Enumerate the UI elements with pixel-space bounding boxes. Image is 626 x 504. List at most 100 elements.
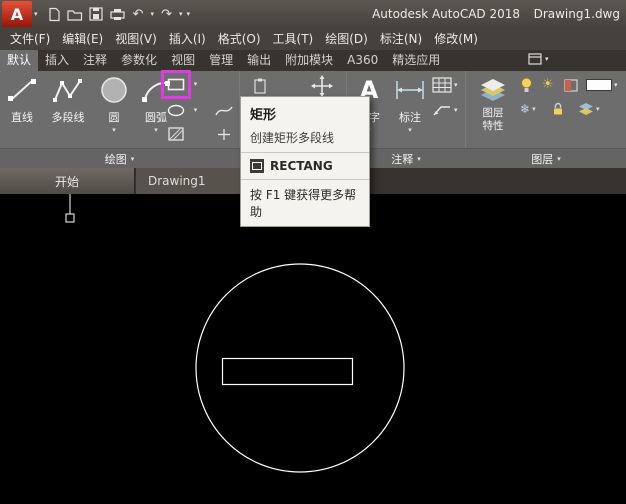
- chevron-down-icon: ▾: [557, 154, 561, 163]
- layers-icon: [470, 73, 516, 107]
- circle-flyout-chevron-icon[interactable]: ▾: [94, 127, 134, 134]
- drawn-rectangle[interactable]: [221, 357, 354, 386]
- autocad-logo-button[interactable]: A: [2, 1, 32, 27]
- menu-format[interactable]: 格式(O): [212, 28, 267, 50]
- undo-chevron-down-icon[interactable]: ▾: [151, 10, 155, 18]
- chevron-down-icon: ▾: [454, 105, 458, 114]
- spline-tool-button[interactable]: [212, 99, 236, 121]
- table-icon: [432, 77, 452, 93]
- lock-icon: [553, 102, 563, 116]
- ellipse-flyout-chevron-button[interactable]: ▾: [189, 99, 202, 121]
- ribbon-tab-addins[interactable]: 附加模块: [278, 50, 340, 71]
- layer-lock-button[interactable]: [552, 102, 564, 116]
- autocad-logo-letter: A: [10, 4, 24, 24]
- ribbon-panel-icon: [528, 53, 542, 65]
- document-title: Drawing1.dwg: [533, 7, 620, 21]
- ribbon-tab-featured-apps[interactable]: 精选应用: [385, 50, 447, 71]
- rectangle-flyout-chevron-button[interactable]: ▾: [189, 73, 202, 95]
- chevron-down-icon: ▾: [532, 104, 536, 113]
- ribbon-tab-parametric[interactable]: 参数化: [114, 50, 164, 71]
- layer-panel-label[interactable]: 图层 ▾: [466, 149, 626, 169]
- redo-chevron-down-icon[interactable]: ▾: [179, 10, 183, 18]
- autocad-window: A ▾ ↶ ▾ ↷ ▾ ▾ Autodesk AutoCAD 2018 Draw…: [0, 0, 626, 504]
- dimension-icon: [392, 73, 428, 107]
- quick-access-toolbar: ↶ ▾ ↷ ▾ ▾: [46, 6, 191, 23]
- ribbon-tab-manage[interactable]: 管理: [202, 50, 240, 71]
- plot-icon[interactable]: [109, 6, 126, 23]
- undo-icon[interactable]: ↶: [130, 6, 147, 23]
- leader-icon: [433, 106, 450, 116]
- clipboard-tool-button[interactable]: [248, 75, 272, 97]
- line-tool-button[interactable]: 直线: [2, 73, 42, 125]
- ellipse-tool-button[interactable]: [164, 99, 188, 121]
- rectangle-tool-button[interactable]: [164, 73, 188, 95]
- menu-draw[interactable]: 绘图(D): [319, 28, 374, 50]
- crosshair-cursor: [65, 194, 75, 223]
- drawn-circle[interactable]: [195, 263, 405, 473]
- color-swatch: [586, 79, 612, 91]
- polyline-tool-button[interactable]: 多段线: [44, 73, 92, 125]
- isolate-icon: [564, 79, 578, 92]
- menu-view[interactable]: 视图(V): [109, 28, 163, 50]
- hatch-tool-button[interactable]: [164, 123, 188, 145]
- line-icon: [2, 73, 42, 107]
- drawing-canvas[interactable]: [0, 194, 626, 504]
- menu-modify[interactable]: 修改(M): [428, 28, 484, 50]
- open-file-icon[interactable]: [67, 6, 84, 23]
- rectangle-icon: [167, 78, 185, 90]
- chevron-down-icon: ▾: [193, 105, 198, 114]
- app-title: Autodesk AutoCAD 2018: [372, 7, 520, 21]
- tooltip-description: 创建矩形多段线: [250, 131, 335, 145]
- circle-icon: [94, 73, 134, 107]
- layer-bulb-button[interactable]: [520, 77, 533, 93]
- ribbon-tab-annotate[interactable]: 注释: [76, 50, 114, 71]
- lightbulb-icon: [521, 77, 532, 92]
- save-icon[interactable]: [88, 6, 105, 23]
- layer-state-icon: [579, 103, 593, 115]
- file-tab-drawing1[interactable]: Drawing1: [136, 168, 254, 194]
- layer-properties-button[interactable]: 图层 特性: [470, 73, 516, 133]
- dimension-flyout-chevron-icon[interactable]: ▾: [392, 127, 428, 134]
- layer-sun-button[interactable]: ☀: [542, 78, 554, 91]
- ribbon-tab-home[interactable]: 默认: [0, 50, 39, 71]
- ribbon-tab-insert[interactable]: 插入: [38, 50, 76, 71]
- ellipse-icon: [167, 104, 185, 116]
- ribbon-tab-view[interactable]: 视图: [164, 50, 202, 71]
- title-bar: A ▾ ↶ ▾ ↷ ▾ ▾ Autodesk AutoCAD 2018 Draw…: [0, 0, 626, 28]
- menu-dimension[interactable]: 标注(N): [374, 28, 428, 50]
- move-icon: [311, 75, 333, 97]
- layer-state-button[interactable]: ▾: [578, 102, 600, 116]
- tooltip-title: 矩形: [250, 108, 277, 123]
- leader-tool-button[interactable]: ▾: [432, 103, 458, 117]
- logo-chevron-down-icon[interactable]: ▾: [34, 10, 38, 18]
- file-tab-start[interactable]: 开始: [0, 168, 135, 194]
- redo-icon[interactable]: ↷: [158, 6, 175, 23]
- new-file-icon[interactable]: [46, 6, 63, 23]
- command-icon: [250, 159, 264, 173]
- rectangle-tooltip: 矩形 创建矩形多段线 RECTANG 按 F1 键获得更多帮助: [240, 96, 370, 227]
- dimension-tool-button[interactable]: 标注 ▾: [392, 73, 428, 134]
- menu-file[interactable]: 文件(F): [4, 28, 56, 50]
- ribbon-display-options[interactable]: ▾: [528, 53, 549, 65]
- qat-customize-chevron-icon[interactable]: ▾: [187, 10, 191, 18]
- point-tool-button[interactable]: [212, 123, 236, 145]
- menu-edit[interactable]: 编辑(E): [56, 28, 109, 50]
- menu-bar: 文件(F) 编辑(E) 视图(V) 插入(I) 格式(O) 工具(T) 绘图(D…: [0, 28, 626, 50]
- chevron-down-icon: ▾: [596, 104, 600, 113]
- layer-color-swatch[interactable]: ▾: [586, 79, 618, 91]
- point-icon: [218, 128, 230, 140]
- menu-insert[interactable]: 插入(I): [163, 28, 212, 50]
- ribbon-tab-output[interactable]: 输出: [240, 50, 278, 71]
- ribbon-tab-a360[interactable]: A360: [340, 50, 385, 71]
- chevron-down-icon: ▾: [545, 54, 549, 63]
- chevron-down-icon: ▾: [454, 80, 458, 89]
- menu-tools[interactable]: 工具(T): [267, 28, 320, 50]
- chevron-down-icon: ▾: [193, 79, 198, 88]
- hatch-icon: [168, 127, 184, 141]
- table-tool-button[interactable]: ▾: [432, 77, 458, 93]
- layer-freeze-button[interactable]: ❄ ▾: [520, 103, 536, 115]
- circle-tool-button[interactable]: 圆 ▾: [94, 73, 134, 134]
- clipboard-icon: [254, 78, 266, 94]
- draw-panel-label[interactable]: 绘图 ▾: [0, 149, 239, 169]
- layer-isolate-button[interactable]: [564, 79, 578, 92]
